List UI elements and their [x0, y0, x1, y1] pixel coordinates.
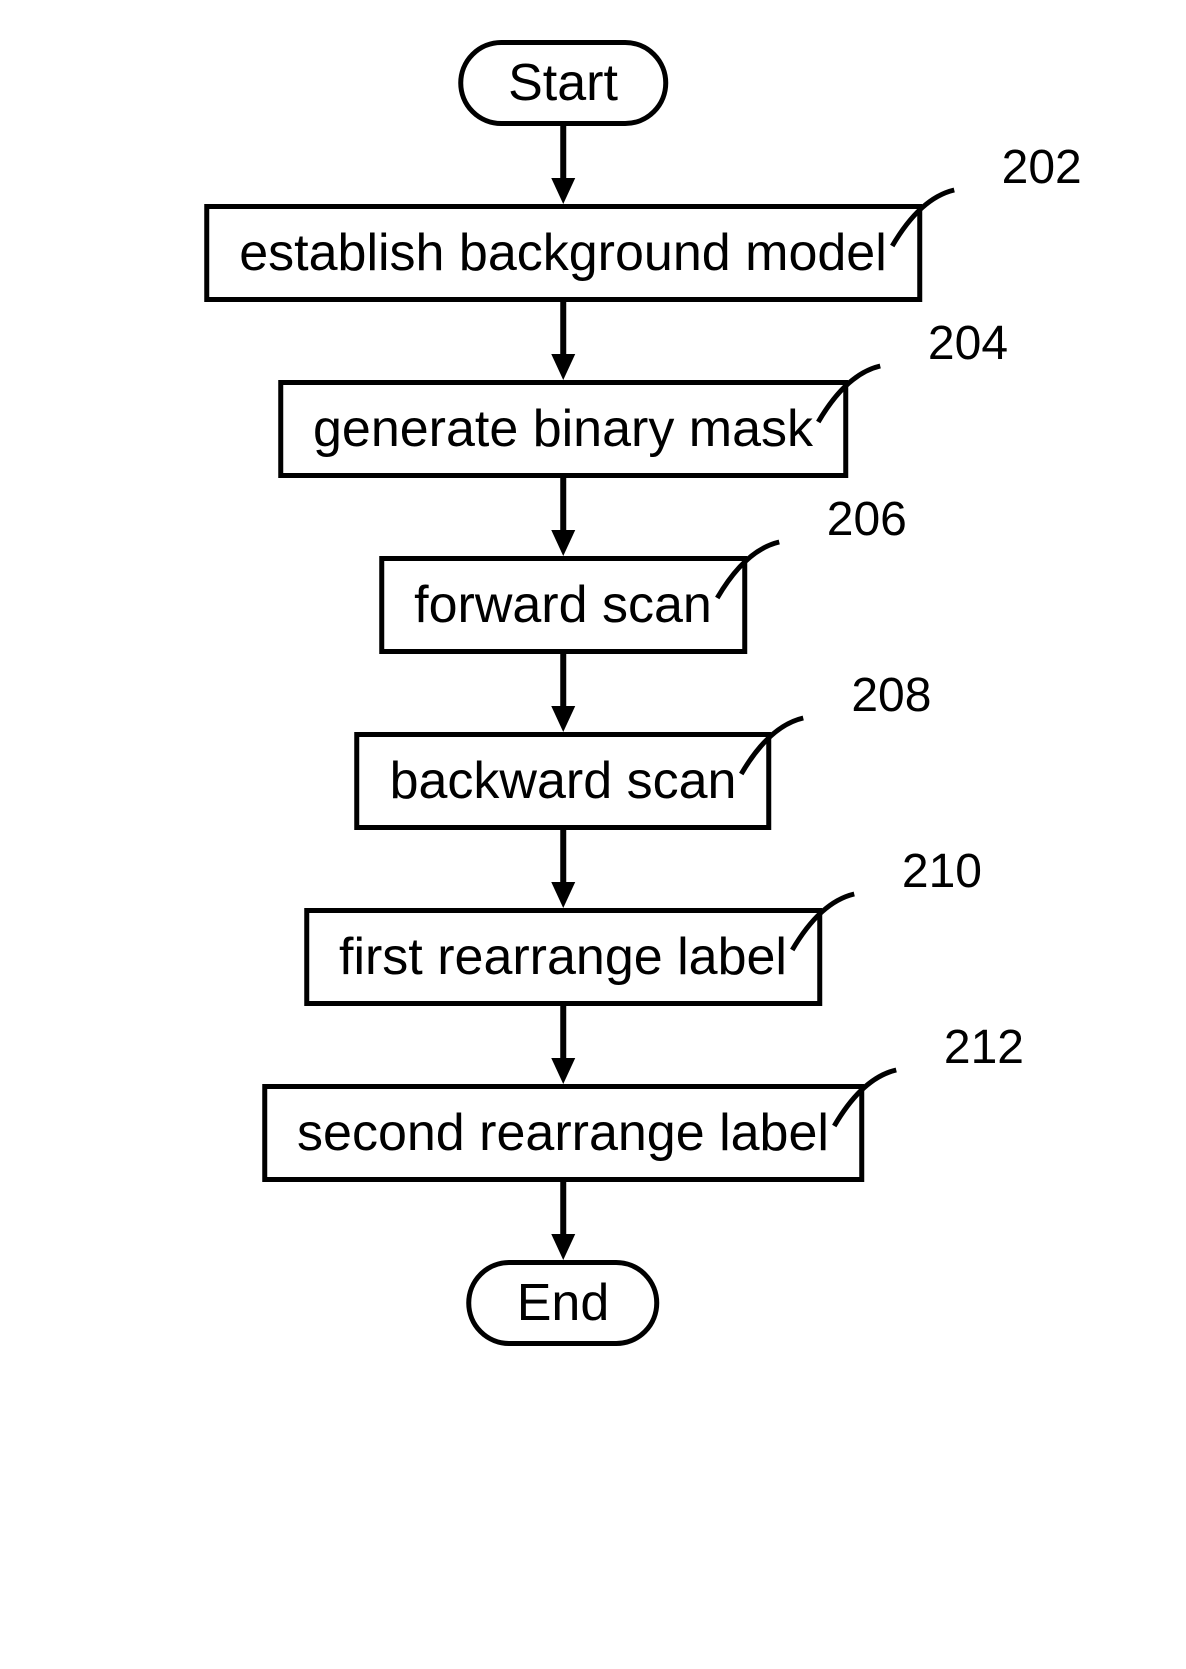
arrow — [543, 126, 583, 204]
process-step: 204 generate binary mask — [278, 380, 848, 478]
process-box: establish background model — [204, 204, 922, 302]
ref-number: 202 — [1002, 144, 1082, 192]
arrow — [543, 1182, 583, 1260]
ref-number: 210 — [902, 848, 982, 896]
process-box: first rearrange label — [304, 908, 822, 1006]
callout-line — [717, 538, 827, 598]
process-step: 208 backward scan — [355, 732, 772, 830]
arrow — [543, 830, 583, 908]
ref-number: 212 — [944, 1024, 1024, 1072]
callout-line — [741, 714, 851, 774]
process-box: second rearrange label — [262, 1084, 864, 1182]
arrow — [543, 654, 583, 732]
process-step: 206 forward scan — [379, 556, 747, 654]
process-box: backward scan — [355, 732, 772, 830]
process-step: 212 second rearrange label — [262, 1084, 864, 1182]
callout-line — [818, 362, 928, 422]
flowchart: Start 202 establish background model 204… — [204, 40, 922, 1346]
process-box: generate binary mask — [278, 380, 848, 478]
callout-line — [892, 186, 1002, 246]
arrow — [543, 478, 583, 556]
start-terminal: Start — [458, 40, 668, 126]
arrow — [543, 302, 583, 380]
ref-number: 204 — [928, 320, 1008, 368]
callout-line — [792, 890, 902, 950]
process-step: 202 establish background model — [204, 204, 922, 302]
process-step: 210 first rearrange label — [304, 908, 822, 1006]
ref-number: 208 — [851, 672, 931, 720]
end-terminal: End — [467, 1260, 660, 1346]
process-box: forward scan — [379, 556, 747, 654]
arrow — [543, 1006, 583, 1084]
callout-line — [834, 1066, 944, 1126]
ref-number: 206 — [827, 496, 907, 544]
